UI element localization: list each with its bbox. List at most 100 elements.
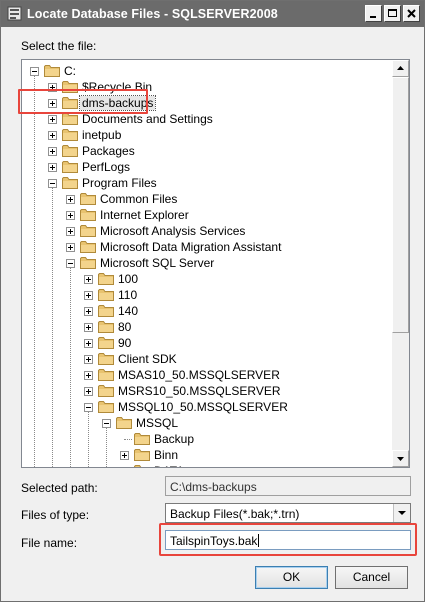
tree-connector [124, 439, 132, 440]
expand-icon[interactable] [84, 387, 93, 396]
collapse-icon[interactable] [48, 179, 57, 188]
folder-icon [98, 336, 114, 349]
scroll-down-button[interactable] [392, 450, 409, 467]
tree-item-label: Microsoft Data Migration Assistant [100, 240, 282, 254]
expand-icon[interactable] [84, 307, 93, 316]
maximize-button[interactable] [384, 5, 401, 22]
arrow-up-icon [397, 66, 404, 70]
tree-item-label: inetpub [82, 128, 122, 142]
window-title: Locate Database Files - SQLSERVER2008 [27, 7, 278, 21]
selected-path-field: C:\dms-backups [165, 476, 411, 496]
file-tree[interactable]: C: $Recycle.Bin dms-backups Documents and S… [21, 59, 410, 468]
tree-item[interactable]: Program Files [22, 175, 393, 191]
tree-item[interactable]: MSSQL10_50.MSSQLSERVER [22, 399, 393, 415]
folder-icon [98, 320, 114, 333]
tree-item-label: MSSQL10_50.MSSQLSERVER [118, 400, 288, 414]
tree-item[interactable]: Microsoft SQL Server [22, 255, 393, 271]
folder-icon [80, 192, 96, 205]
expand-icon[interactable] [48, 131, 57, 140]
expand-icon[interactable] [84, 355, 93, 364]
scroll-up-button[interactable] [392, 60, 409, 77]
collapse-icon[interactable] [66, 259, 75, 268]
folder-icon [98, 384, 114, 397]
tree-item[interactable]: 90 [22, 335, 393, 351]
close-button[interactable] [403, 5, 420, 22]
file-name-label: File name: [21, 536, 78, 550]
folder-icon [80, 240, 96, 253]
expand-icon[interactable] [84, 371, 93, 380]
expand-icon[interactable] [84, 323, 93, 332]
tree-item[interactable]: Binn [22, 447, 393, 463]
tree-item-label: Microsoft Analysis Services [100, 224, 246, 238]
expand-icon[interactable] [48, 115, 57, 124]
files-of-type-select[interactable]: Backup Files(*.bak;*.trn) [165, 503, 411, 523]
folder-icon [116, 416, 132, 429]
chevron-down-icon [398, 511, 406, 515]
tree-item-label: Microsoft SQL Server [100, 256, 215, 270]
tree-item[interactable]: MSSQL [22, 415, 393, 431]
collapse-icon[interactable] [102, 419, 111, 428]
collapse-icon[interactable] [30, 67, 39, 76]
close-icon [407, 9, 416, 18]
tree-item[interactable]: Microsoft Analysis Services [22, 223, 393, 239]
expand-icon[interactable] [48, 147, 57, 156]
selected-path-label: Selected path: [21, 481, 98, 495]
tree-content: C: $Recycle.Bin dms-backups Documents and S… [22, 60, 393, 467]
tree-item[interactable]: Internet Explorer [22, 207, 393, 223]
select-file-label: Select the file: [21, 39, 97, 53]
tree-item[interactable]: DATA [22, 463, 393, 467]
expand-icon[interactable] [66, 195, 75, 204]
folder-icon [134, 464, 150, 467]
tree-item[interactable]: Packages [22, 143, 393, 159]
folder-icon [62, 128, 78, 141]
vertical-scrollbar[interactable] [392, 60, 409, 467]
expand-icon[interactable] [66, 211, 75, 220]
folder-icon [62, 144, 78, 157]
ok-button[interactable]: OK [255, 566, 328, 589]
title-bar[interactable]: Locate Database Files - SQLSERVER2008 [1, 1, 424, 27]
expand-icon[interactable] [66, 243, 75, 252]
tree-item-label: 140 [118, 304, 139, 318]
tree-item[interactable]: 80 [22, 319, 393, 335]
tree-item[interactable]: Common Files [22, 191, 393, 207]
arrow-down-icon [397, 457, 404, 461]
expand-icon[interactable] [120, 451, 129, 460]
tree-item[interactable]: 140 [22, 303, 393, 319]
dropdown-button[interactable] [393, 504, 410, 522]
tree-item[interactable]: PerfLogs [22, 159, 393, 175]
tree-item[interactable]: MSAS10_50.MSSQLSERVER [22, 367, 393, 383]
expand-icon[interactable] [84, 275, 93, 284]
maximize-icon [388, 9, 397, 17]
tree-item[interactable]: MSRS10_50.MSSQLSERVER [22, 383, 393, 399]
expand-icon[interactable] [66, 227, 75, 236]
tree-item[interactable]: Microsoft Data Migration Assistant [22, 239, 393, 255]
scroll-thumb[interactable] [392, 77, 409, 333]
files-of-type-label: Files of type: [21, 508, 90, 522]
tree-item[interactable]: 100 [22, 271, 393, 287]
tree-item[interactable]: C: [22, 63, 393, 79]
tree-item-label: PerfLogs [82, 160, 131, 174]
folder-icon [98, 288, 114, 301]
expand-icon[interactable] [84, 339, 93, 348]
folder-icon [98, 368, 114, 381]
file-name-highlight [159, 523, 417, 556]
tree-item[interactable]: inetpub [22, 127, 393, 143]
expand-icon[interactable] [48, 163, 57, 172]
tree-item-label: Packages [82, 144, 135, 158]
tree-item-label: Internet Explorer [100, 208, 189, 222]
folder-icon [98, 304, 114, 317]
expand-icon[interactable] [84, 291, 93, 300]
cancel-button[interactable]: Cancel [335, 566, 408, 589]
folder-icon [44, 64, 60, 77]
folder-icon [80, 256, 96, 269]
folder-icon [98, 400, 114, 413]
collapse-icon[interactable] [84, 403, 93, 412]
tree-item-label: Client SDK [118, 352, 177, 366]
tree-item-label: 90 [118, 336, 132, 350]
tree-item[interactable]: 110 [22, 287, 393, 303]
locate-database-files-dialog: Locate Database Files - SQLSERVER2008 Se… [0, 0, 425, 602]
folder-icon [80, 224, 96, 237]
tree-item[interactable]: Backup [22, 431, 393, 447]
minimize-button[interactable] [365, 5, 382, 22]
tree-item[interactable]: Client SDK [22, 351, 393, 367]
